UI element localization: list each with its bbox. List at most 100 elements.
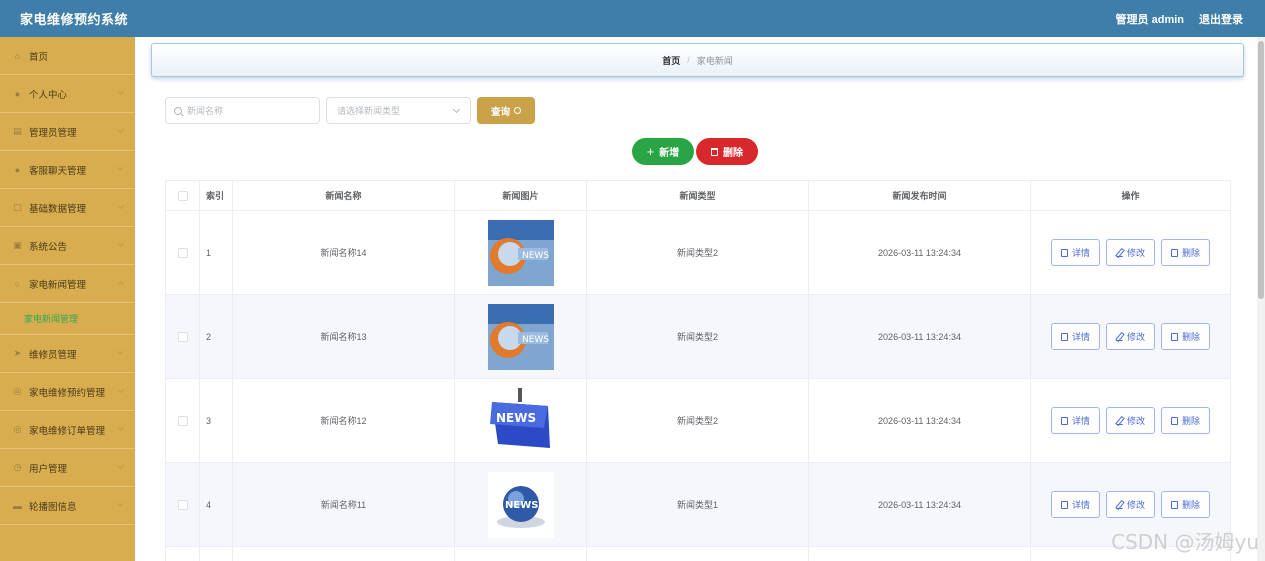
row-checkbox[interactable] [177,247,188,258]
sidebar-item-profile[interactable]: ● 个人中心 [0,75,135,113]
appointment-icon: ◎ [13,386,22,396]
row-type: 新闻类型2 [587,211,809,294]
users-icon: ◷ [13,462,22,472]
row-checkbox[interactable] [177,331,188,342]
svg-text:NEWS: NEWS [505,500,538,511]
search-icon [514,107,521,114]
plus-icon: + [646,144,655,159]
chevron-down-icon [116,423,125,432]
news-type-select[interactable]: 请选择新闻类型 [326,97,471,124]
row-type: 新闻类型2 [587,379,809,462]
table-header: 索引 新闻名称 新闻图片 新闻类型 新闻发布时间 操作 [166,181,1231,211]
news-image-globe[interactable]: NEWS [487,471,554,538]
current-user[interactable]: 管理员 admin [1116,11,1184,27]
add-button[interactable]: + 新增 [632,138,694,165]
trash-icon [1171,500,1178,509]
sidebar-item-repairman[interactable]: ➤ 维修员管理 [0,335,135,373]
delete-button[interactable]: 删除 [1161,491,1211,518]
chat-icon: ● [14,164,21,175]
edit-icon [1115,501,1123,509]
row-index: 2 [200,295,233,378]
sidebar-item-carousel[interactable]: ▬ 轮播图信息 [0,487,135,525]
user-icon: ● [14,88,21,99]
carousel-icon: ▬ [13,500,22,511]
logout-link[interactable]: 退出登录 [1199,11,1243,27]
edit-button[interactable]: 修改 [1105,323,1155,350]
table-row: 4 新闻名称11 NEWS 新闻类型1 2026-03-11 13:24:34 … [166,463,1231,547]
svg-text:NEWS: NEWS [496,411,536,425]
row-name: 新闻名称14 [233,211,455,294]
repairman-icon: ➤ [13,348,22,358]
document-icon [1060,500,1068,509]
news-table: 索引 新闻名称 新闻图片 新闻类型 新闻发布时间 操作 1 新闻名称14 NEW… [165,180,1231,561]
detail-button[interactable]: 详情 [1050,239,1100,266]
sidebar-item-appointment[interactable]: ◎ 家电维修预约管理 [0,373,135,411]
news-image-blue[interactable]: NEWS [487,219,554,286]
trash-icon [1171,248,1178,257]
header-type: 新闻类型 [587,181,809,210]
row-time: 2026-03-11 13:24:34 [809,463,1031,546]
trash-icon [711,147,718,156]
svg-text:NEWS: NEWS [522,335,549,345]
sidebar-item-home[interactable]: ⌂ 首页 [0,37,135,75]
query-button[interactable]: 查询 [477,97,535,124]
header-time: 新闻发布时间 [809,181,1031,210]
chevron-down-icon [452,105,461,114]
delete-button[interactable]: 删除 [1161,407,1211,434]
batch-delete-button[interactable]: 删除 [696,138,758,165]
header-index: 索引 [200,181,233,210]
detail-button[interactable]: 详情 [1050,491,1100,518]
row-checkbox[interactable] [177,499,188,510]
table-row: 2 新闻名称13 NEWS 新闻类型2 2026-03-11 13:24:34 … [166,295,1231,379]
header-image: 新闻图片 [455,181,587,210]
sidebar-item-users[interactable]: ◷ 用户管理 [0,449,135,487]
news-image-key[interactable]: NEWS [487,387,554,454]
news-name-search-input[interactable]: 新闻名称 [165,97,320,124]
chevron-down-icon [116,163,125,172]
sidebar-item-basedata[interactable]: ▢ 基础数据管理 [0,189,135,227]
row-index: 1 [200,211,233,294]
document-icon [1060,416,1068,425]
delete-button[interactable]: 删除 [1161,239,1211,266]
sidebar-item-news[interactable]: ○ 家电新闻管理 [0,265,135,303]
sidebar-item-chat[interactable]: ● 客服聊天管理 [0,151,135,189]
row-name: 新闻名称13 [233,295,455,378]
detail-button[interactable]: 详情 [1050,407,1100,434]
header-actions: 操作 [1031,181,1231,210]
delete-button[interactable]: 删除 [1161,323,1211,350]
sidebar-item-admin[interactable]: ▤ 管理员管理 [0,113,135,151]
svg-text:NEWS: NEWS [522,251,549,261]
breadcrumb-current: 家电新闻 [696,55,733,66]
chevron-down-icon [116,201,125,210]
edit-button[interactable]: 修改 [1105,239,1155,266]
edit-icon [1115,417,1123,425]
chevron-down-icon [116,239,125,248]
row-type: 新闻类型1 [587,463,809,546]
chevron-down-icon [116,461,125,470]
notice-icon: ▣ [13,240,22,250]
breadcrumb-home[interactable]: 首页 [662,54,680,67]
sidebar-item-order[interactable]: ◎ 家电维修订单管理 [0,411,135,449]
table-row: 3 新闻名称12 NEWS 新闻类型2 2026-03-11 13:24:34 … [166,379,1231,463]
edit-button[interactable]: 修改 [1105,407,1155,434]
row-time: 2026-03-11 13:24:34 [809,211,1031,294]
row-name: 新闻名称12 [233,379,455,462]
scrollbar-thumb[interactable] [1258,41,1264,299]
edit-button[interactable]: 修改 [1105,491,1155,518]
detail-button[interactable]: 详情 [1050,323,1100,350]
select-all-checkbox[interactable] [177,190,188,201]
sidebar-subitem-news[interactable]: 家电新闻管理 [0,303,135,335]
page-scrollbar[interactable] [1257,37,1265,561]
row-time: 2026-03-11 13:24:34 [809,295,1031,378]
edit-icon [1115,333,1123,341]
chevron-down-icon [116,385,125,394]
search-icon [174,106,182,115]
trash-icon [1171,332,1178,341]
row-type: 新闻类型2 [587,295,809,378]
news-name-placeholder: 新闻名称 [187,106,224,116]
edit-icon [1115,249,1123,257]
news-image-blue[interactable]: NEWS [487,303,554,370]
sidebar-item-notice[interactable]: ▣ 系统公告 [0,227,135,265]
row-checkbox[interactable] [177,415,188,426]
document-icon [1060,332,1068,341]
